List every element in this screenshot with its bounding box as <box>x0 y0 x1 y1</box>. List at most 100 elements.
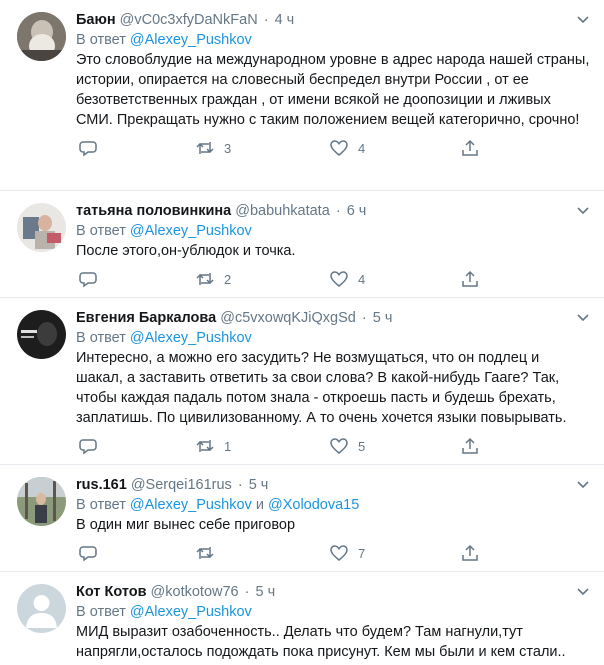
like-count: 4 <box>358 271 366 287</box>
retweet-icon <box>196 142 214 154</box>
action-bar: 3 4 <box>76 138 590 158</box>
share-icon <box>462 270 478 287</box>
reply-prefix: В ответ <box>76 223 126 239</box>
retweet-icon <box>196 547 214 559</box>
reply-button[interactable] <box>79 138 107 158</box>
reply-button[interactable] <box>79 543 107 563</box>
tweet[interactable]: Кот Котов @kotkotow76 · 5 ч В ответ @Ale… <box>0 572 604 665</box>
like-count: 7 <box>358 545 366 561</box>
chevron-down-icon[interactable] <box>576 477 590 491</box>
separator-dot: · <box>237 477 243 493</box>
reply-context: В ответ @Alexey_Pushkov и @Xolodova15 <box>76 495 590 515</box>
separator-dot: · <box>244 584 250 600</box>
tweet[interactable]: rus.161 @Serqei161rus · 5 ч В ответ @Ale… <box>0 465 604 572</box>
retweet-count: 1 <box>224 438 232 454</box>
action-bar: 2 4 <box>76 269 590 289</box>
heart-icon <box>330 545 348 561</box>
tweet[interactable]: Евгения Баркалова @c5vxowqKJiQxgSd · 5 ч… <box>0 298 604 465</box>
timestamp[interactable]: 5 ч <box>256 584 276 600</box>
heart-icon <box>330 438 348 454</box>
like-button[interactable]: 5 <box>330 436 365 456</box>
retweet-icon <box>196 440 214 452</box>
share-icon <box>462 437 478 454</box>
share-button[interactable] <box>461 543 479 563</box>
mention-link[interactable]: @Xolodova15 <box>268 497 359 513</box>
mention-link[interactable]: @Alexey_Pushkov <box>130 497 252 513</box>
timestamp[interactable]: 4 ч <box>275 12 295 28</box>
like-button[interactable]: 4 <box>330 269 365 289</box>
tweet-text: Интересно, а можно его засудить? Не возм… <box>76 350 567 426</box>
tweet-text: После этого,он-ублюдок и точка. <box>76 243 296 259</box>
author-handle[interactable]: @kotkotow76 <box>151 584 239 600</box>
timestamp[interactable]: 6 ч <box>347 203 367 219</box>
retweet-button[interactable]: 2 <box>196 269 231 289</box>
reply-context: В ответ @Alexey_Pushkov <box>76 328 590 348</box>
reply-feed: Баюн @vC0c3xfyDaNkFaN · 4 ч В ответ @Ale… <box>0 0 604 665</box>
avatar[interactable] <box>17 310 66 359</box>
separator-dot: · <box>361 310 367 326</box>
reply-prefix: В ответ <box>76 32 126 48</box>
share-icon <box>462 544 478 561</box>
author-handle[interactable]: @vC0c3xfyDaNkFaN <box>120 12 258 28</box>
author-name[interactable]: Евгения Баркалова <box>76 310 216 326</box>
timestamp[interactable]: 5 ч <box>373 310 393 326</box>
reply-button[interactable] <box>79 269 107 289</box>
chevron-down-icon[interactable] <box>576 310 590 324</box>
chevron-down-icon[interactable] <box>576 584 590 598</box>
like-count: 4 <box>358 140 366 156</box>
avatar[interactable] <box>17 477 66 526</box>
author-handle[interactable]: @c5vxowqKJiQxgSd <box>220 310 356 326</box>
reply-icon <box>79 272 97 288</box>
mention-link[interactable]: @Alexey_Pushkov <box>130 223 252 239</box>
avatar[interactable] <box>17 12 66 61</box>
tweet-text: В один миг вынес себе приговор <box>76 517 296 533</box>
author-name[interactable]: Баюн <box>76 12 116 28</box>
timestamp[interactable]: 5 ч <box>249 477 269 493</box>
action-bar: 1 5 <box>76 436 590 456</box>
action-bar: 7 <box>76 543 590 563</box>
avatar[interactable] <box>17 203 66 252</box>
author-handle[interactable]: @babuhkatata <box>235 203 330 219</box>
author-name[interactable]: Кот Котов <box>76 584 147 600</box>
share-icon <box>462 139 478 156</box>
reply-prefix: В ответ <box>76 604 126 620</box>
retweet-icon <box>196 273 214 285</box>
like-button[interactable]: 4 <box>330 138 365 158</box>
share-button[interactable] <box>461 436 479 456</box>
retweet-count: 3 <box>224 140 232 156</box>
reply-icon <box>79 546 97 562</box>
reply-prefix: В ответ <box>76 497 126 513</box>
author-name[interactable]: татьяна половинкина <box>76 203 231 219</box>
author-name[interactable]: rus.161 <box>76 477 127 493</box>
retweet-button[interactable]: 1 <box>196 436 231 456</box>
like-button[interactable]: 7 <box>330 543 365 563</box>
reply-icon <box>79 141 97 157</box>
share-button[interactable] <box>461 269 479 289</box>
author-handle[interactable]: @Serqei161rus <box>131 477 232 493</box>
reply-button[interactable] <box>79 436 107 456</box>
mention-link[interactable]: @Alexey_Pushkov <box>130 604 252 620</box>
heart-icon <box>330 271 348 287</box>
heart-icon <box>330 140 348 156</box>
reply-context: В ответ @Alexey_Pushkov <box>76 30 590 50</box>
chevron-down-icon[interactable] <box>576 203 590 217</box>
tweet[interactable]: татьяна половинкина @babuhkatata · 6 ч В… <box>0 191 604 298</box>
mention-joiner: и <box>255 497 264 513</box>
tweet[interactable]: Баюн @vC0c3xfyDaNkFaN · 4 ч В ответ @Ale… <box>0 0 604 191</box>
separator-dot: · <box>263 12 269 28</box>
tweet-text: МИД выразит озабоченность.. Делать что б… <box>76 624 566 660</box>
retweet-button[interactable] <box>196 543 224 563</box>
retweet-count: 2 <box>224 271 232 287</box>
reply-context: В ответ @Alexey_Pushkov <box>76 221 590 241</box>
like-count: 5 <box>358 438 366 454</box>
default-avatar[interactable] <box>17 584 66 633</box>
retweet-button[interactable]: 3 <box>196 138 231 158</box>
share-button[interactable] <box>461 138 479 158</box>
mention-link[interactable]: @Alexey_Pushkov <box>130 330 252 346</box>
chevron-down-icon[interactable] <box>576 12 590 26</box>
reply-prefix: В ответ <box>76 330 126 346</box>
mention-link[interactable]: @Alexey_Pushkov <box>130 32 252 48</box>
separator-dot: · <box>335 203 341 219</box>
reply-context: В ответ @Alexey_Pushkov <box>76 602 590 622</box>
reply-icon <box>79 439 97 455</box>
